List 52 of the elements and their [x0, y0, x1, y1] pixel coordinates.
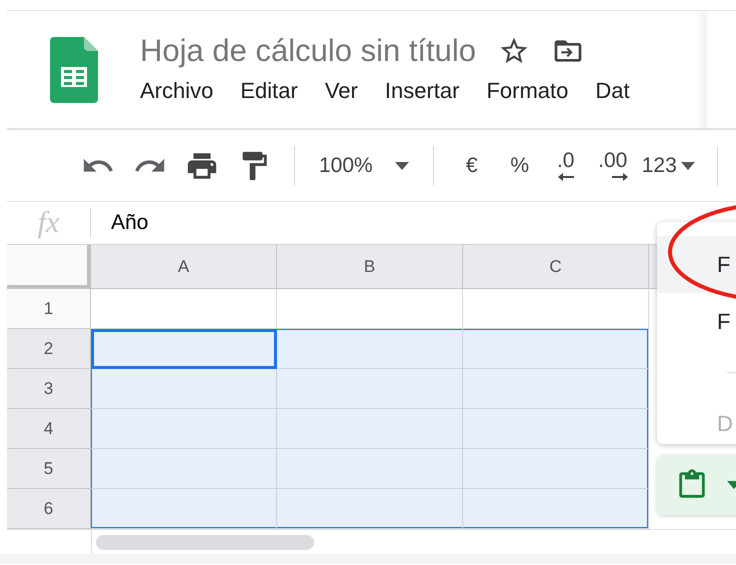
column-header[interactable]: B	[277, 245, 463, 289]
caret-icon	[680, 162, 695, 170]
decrease-decimals-button[interactable]: .0	[544, 142, 588, 190]
column-header[interactable]: A	[91, 245, 277, 289]
cell[interactable]	[463, 289, 649, 329]
zoom-select[interactable]: 100%	[309, 154, 419, 178]
currency-button[interactable]: €	[448, 154, 496, 178]
menu-item[interactable]: F	[657, 236, 736, 293]
number-format-select[interactable]: 123	[638, 154, 695, 178]
cell[interactable]	[91, 449, 277, 489]
menu-item[interactable]: Insertar	[384, 78, 460, 104]
select-all-corner[interactable]	[7, 245, 91, 289]
menu-item[interactable]: Ver	[324, 78, 358, 104]
menu-item[interactable]: Editar	[240, 78, 298, 104]
row-header[interactable]: 4	[7, 409, 91, 449]
percent-button[interactable]: %	[496, 154, 544, 178]
menu-item[interactable]: Dat	[595, 78, 630, 104]
row-header[interactable]: 2	[7, 329, 91, 369]
document-title[interactable]: Hoja de cálculo sin título	[140, 33, 476, 69]
increase-decimals-button[interactable]: .00	[588, 142, 638, 190]
row-header[interactable]: 1	[7, 289, 91, 329]
scrollbar-thumb[interactable]	[96, 535, 314, 550]
cell[interactable]	[91, 289, 277, 329]
formula-input[interactable]: Año	[111, 211, 148, 235]
cell[interactable]	[91, 329, 277, 369]
row-header[interactable]: 5	[7, 449, 91, 489]
cell[interactable]	[277, 329, 463, 369]
right-arrow-icon	[612, 173, 628, 181]
cell[interactable]	[91, 489, 277, 529]
paste-button[interactable]	[657, 455, 736, 515]
cell[interactable]	[463, 409, 649, 449]
cell[interactable]	[277, 489, 463, 529]
menu-item[interactable]: Archivo	[140, 78, 214, 104]
left-arrow-icon	[558, 173, 574, 181]
cell[interactable]	[463, 329, 649, 369]
cell[interactable]	[463, 369, 649, 409]
cell[interactable]	[277, 449, 463, 489]
spreadsheet-logo[interactable]	[50, 37, 98, 103]
row-header[interactable]: 6	[7, 489, 91, 529]
cell[interactable]	[91, 369, 277, 409]
menu-item[interactable]: Formato	[486, 78, 568, 104]
row-header[interactable]: 3	[7, 369, 91, 409]
cell[interactable]	[463, 489, 649, 529]
cell[interactable]	[91, 409, 277, 449]
menu-item[interactable]: F	[657, 293, 736, 350]
column-header[interactable]: C	[463, 245, 649, 289]
function-label: fx	[36, 206, 60, 240]
cell[interactable]	[463, 449, 649, 489]
cell[interactable]	[277, 369, 463, 409]
caret-icon	[394, 162, 409, 170]
cell[interactable]	[277, 289, 463, 329]
cell[interactable]	[277, 409, 463, 449]
